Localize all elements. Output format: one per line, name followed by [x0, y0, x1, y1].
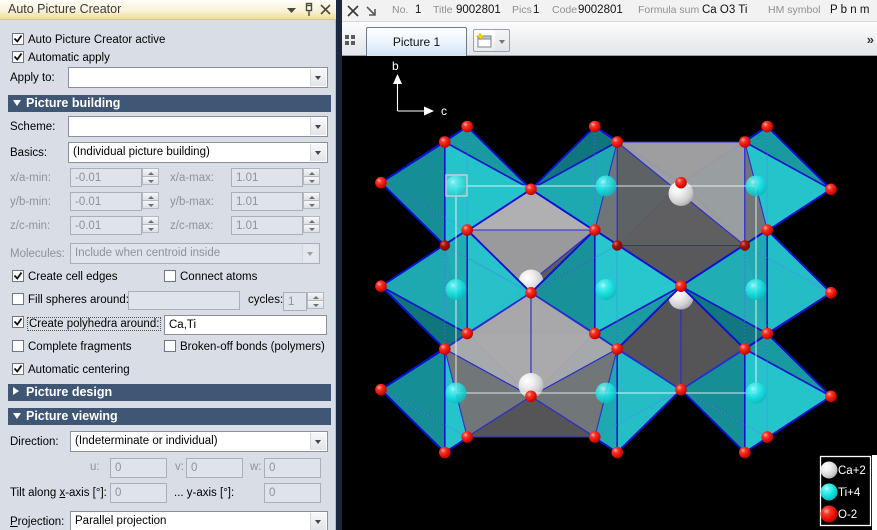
svg-text:O-2: O-2	[838, 509, 857, 521]
svg-text:Ca+2: Ca+2	[838, 465, 866, 477]
svg-text:b: b	[392, 59, 399, 73]
svg-text:Ti+4: Ti+4	[838, 487, 861, 499]
svg-text:c: c	[441, 104, 447, 118]
